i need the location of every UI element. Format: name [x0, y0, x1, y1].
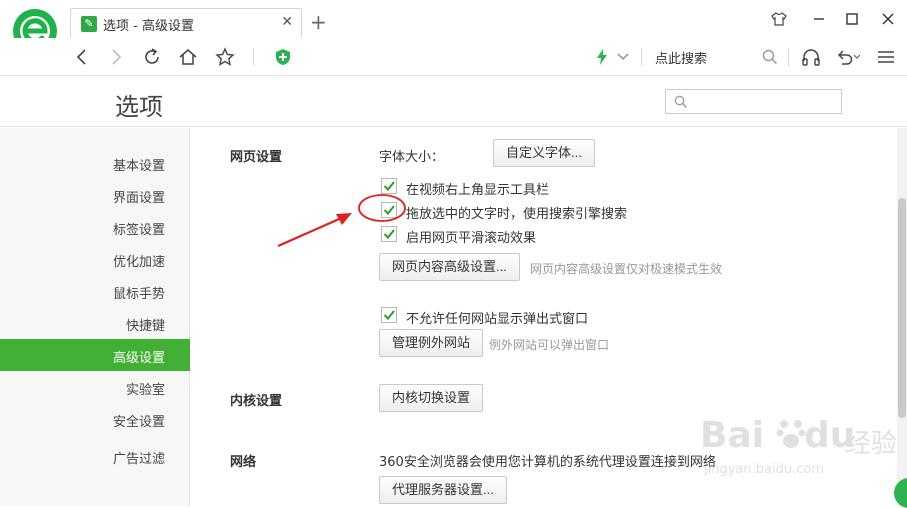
skin-shirt-icon[interactable] [768, 8, 790, 30]
annotation-circle [358, 194, 406, 222]
sidebar-item-ad-filter[interactable]: 广告过滤 [113, 448, 165, 467]
undo-dropdown-icon[interactable] [851, 45, 863, 69]
checkbox-block-popups-label: 不允许任何网站显示弹出式窗口 [406, 312, 589, 327]
sidebar-item-tabs[interactable]: 标签设置 [113, 219, 165, 238]
search-box-label[interactable]: 点此搜索 [655, 48, 707, 67]
proxy-settings-button[interactable]: 代理服务器设置... [379, 476, 507, 504]
forward-icon[interactable] [104, 45, 128, 69]
baidu-paw-icon [776, 420, 806, 448]
new-tab-icon[interactable]: + [310, 10, 327, 34]
watermark-brand: Bai [700, 415, 765, 456]
search-icon[interactable] [758, 45, 782, 69]
home-icon[interactable] [176, 45, 200, 69]
sidebar-item-shortcuts[interactable]: 快捷键 [126, 315, 165, 334]
sidebar-item-interface[interactable]: 界面设置 [113, 187, 165, 206]
watermark-url: jingyan.baidu.com [704, 462, 824, 477]
sidebar-item-lab[interactable]: 实验室 [126, 379, 165, 398]
options-header: 选项 [0, 77, 907, 127]
divider [253, 48, 254, 66]
maximize-icon[interactable] [841, 8, 863, 30]
annotation-arrow-line [277, 214, 347, 248]
custom-font-button[interactable]: 自定义字体... [493, 139, 595, 167]
scrollbar-thumb[interactable] [898, 198, 906, 418]
checkbox-smooth-scroll-label: 启用网页平滑滚动效果 [406, 231, 537, 246]
annotation-overlay [277, 194, 406, 248]
toolbar: 点此搜索 [0, 38, 907, 76]
network-description: 360安全浏览器会使用您计算机的系统代理设置连接到网络 [379, 455, 716, 470]
refresh-icon[interactable] [140, 45, 164, 69]
tab-title: 选项 - 高级设置 [103, 19, 194, 34]
watermark-cn: 经验 [845, 429, 898, 459]
sidebar-item-optimize[interactable]: 优化加速 [113, 251, 165, 270]
advanced-settings-hint: 网页内容高级设置仅对极速模式生效 [530, 262, 723, 276]
minimize-icon[interactable] [808, 8, 830, 30]
menu-icon[interactable] [874, 45, 898, 69]
sidebar-item-security[interactable]: 安全设置 [113, 411, 165, 430]
manage-exceptions-button[interactable]: 管理例外网站 [379, 329, 484, 357]
checkbox-block-popups[interactable] [381, 307, 397, 323]
settings-search-input[interactable] [665, 89, 842, 114]
sidebar-item-mouse-gestures[interactable]: 鼠标手势 [113, 283, 165, 302]
divider [788, 48, 789, 66]
back-icon[interactable] [70, 45, 94, 69]
headphones-icon[interactable] [799, 45, 823, 69]
checkbox-video-toolbar-label: 在视频右上角显示工具栏 [406, 183, 550, 198]
divider [641, 48, 642, 66]
shield-plus-icon[interactable] [271, 45, 295, 69]
sidebar-item-basic[interactable]: 基本设置 [113, 155, 165, 174]
page-title: 选项 [115, 93, 163, 121]
checkbox-drag-search-label: 拖放选中的文字时，使用搜索引擎搜索 [406, 207, 628, 222]
exceptions-hint: 例外网站可以弹出窗口 [489, 338, 610, 352]
sidebar-item-advanced[interactable]: 高级设置 [113, 347, 165, 366]
title-bar: ✎ 选项 - 高级设置 ✕ + [0, 0, 907, 53]
kernel-switch-button[interactable]: 内核切换设置 [379, 384, 484, 412]
page-scrollbar[interactable] [897, 128, 907, 506]
favorite-star-icon[interactable] [213, 45, 237, 69]
section-title-network: 网络 [230, 455, 257, 470]
tab-options[interactable]: ✎ 选项 - 高级设置 ✕ [70, 8, 302, 38]
chevron-down-icon[interactable] [611, 45, 635, 69]
section-title-webpage: 网页设置 [230, 150, 283, 165]
wrench-icon: ✎ [81, 16, 97, 32]
section-title-kernel: 内核设置 [230, 394, 283, 409]
font-size-label: 字体大小： [379, 150, 445, 165]
settings-sidebar: 基本设置 界面设置 标签设置 优化加速 鼠标手势 快捷键 高级设置 实验室 安全… [0, 128, 190, 506]
window-close-icon[interactable] [877, 8, 899, 30]
baidu-jingyan-watermark: Bai du 经验 jingyan.baidu.com [700, 410, 897, 480]
search-icon [674, 95, 687, 108]
close-icon[interactable]: ✕ [281, 14, 293, 30]
